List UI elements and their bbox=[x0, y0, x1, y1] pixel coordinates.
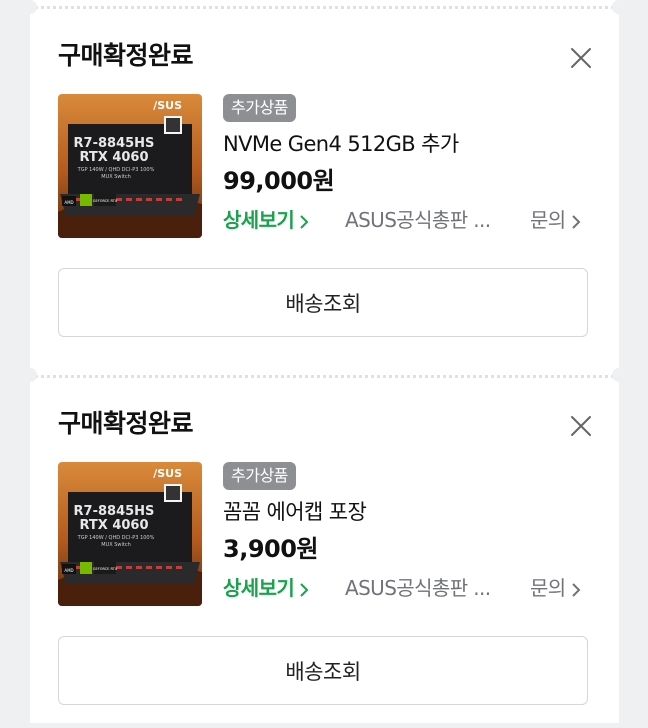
chevron-right-icon bbox=[300, 582, 309, 597]
thumb-spec-text: TGP 140W / QHD DCI-P3 100% bbox=[77, 535, 155, 541]
thumb-chip-label: AMD bbox=[64, 568, 73, 573]
product-thumbnail[interactable]: /SUS R7-8845HS RTX 4060 TGP 140W / QHD D… bbox=[58, 94, 202, 238]
product-links: 상세보기 ASUS공식총판 ... 문의 bbox=[223, 204, 603, 236]
extra-item-badge: 추가상품 bbox=[223, 462, 296, 490]
detail-link[interactable]: 상세보기 bbox=[223, 204, 310, 233]
thumb-cpu-text: R7-8845HS bbox=[74, 136, 155, 151]
thumb-chip-label: AMD bbox=[64, 200, 73, 205]
product-info: 추가상품 꼼꼼 에어캡 포장 3,900원 상세보기 ASUS공식총판 ... … bbox=[223, 462, 603, 604]
chevron-right-icon bbox=[571, 214, 581, 229]
detail-link-label: 상세보기 bbox=[223, 208, 295, 232]
order-status: 구매확정완료 bbox=[58, 409, 194, 438]
thumb-chip-label: GEFORCE RTX bbox=[93, 199, 118, 203]
close-icon[interactable] bbox=[568, 413, 594, 439]
thumb-cpu-text: R7-8845HS bbox=[74, 504, 155, 519]
product-name[interactable]: NVMe Gen4 512GB 추가 bbox=[223, 128, 603, 160]
order-card: 구매확정완료 /SUS R7-8845HS RTX 4060 TGP 140W … bbox=[30, 368, 619, 728]
close-icon[interactable] bbox=[568, 45, 594, 71]
detail-link[interactable]: 상세보기 bbox=[223, 572, 310, 601]
extra-item-badge: 추가상품 bbox=[223, 94, 296, 122]
thumb-gpu-text: RTX 4060 bbox=[79, 518, 148, 533]
product-info: 추가상품 NVMe Gen4 512GB 추가 99,000원 상세보기 ASU… bbox=[223, 94, 603, 236]
chevron-right-icon bbox=[571, 582, 581, 597]
product-thumbnail[interactable]: /SUS R7-8845HS RTX 4060 TGP 140W / QHD D… bbox=[58, 462, 202, 606]
product-price: 3,900원 bbox=[223, 535, 319, 563]
product-name[interactable]: 꼼꼼 에어캡 포장 bbox=[223, 496, 603, 528]
thumb-gpu-text: RTX 4060 bbox=[79, 150, 148, 165]
thumb-spec-text: MUX Switch bbox=[101, 174, 131, 180]
order-status: 구매확정완료 bbox=[58, 41, 194, 70]
track-shipment-button[interactable]: 배송조회 bbox=[58, 636, 588, 705]
product-links: 상세보기 ASUS공식총판 ... 문의 bbox=[223, 572, 603, 604]
inquiry-link[interactable]: 문의 bbox=[530, 572, 582, 601]
brand-logo: /SUS bbox=[153, 99, 182, 112]
chevron-right-icon bbox=[300, 214, 309, 229]
track-shipment-button[interactable]: 배송조회 bbox=[58, 268, 588, 337]
inquiry-link[interactable]: 문의 bbox=[530, 204, 582, 233]
thumb-spec-text: MUX Switch bbox=[101, 542, 131, 548]
thumb-chip-label: GEFORCE RTX bbox=[93, 567, 118, 571]
detail-link-label: 상세보기 bbox=[223, 576, 295, 600]
thumb-spec-text: TGP 140W / QHD DCI-P3 100% bbox=[77, 167, 155, 173]
order-card: 구매확정완료 /SUS R7-8845HS RTX 4060 TGP 140W … bbox=[30, 0, 619, 360]
seller-name[interactable]: ASUS공식총판 ... bbox=[345, 572, 517, 601]
product-price: 99,000원 bbox=[223, 167, 335, 195]
seller-name[interactable]: ASUS공식총판 ... bbox=[345, 204, 517, 233]
inquiry-label: 문의 bbox=[530, 576, 566, 600]
inquiry-label: 문의 bbox=[530, 208, 566, 232]
brand-logo: /SUS bbox=[153, 467, 182, 480]
